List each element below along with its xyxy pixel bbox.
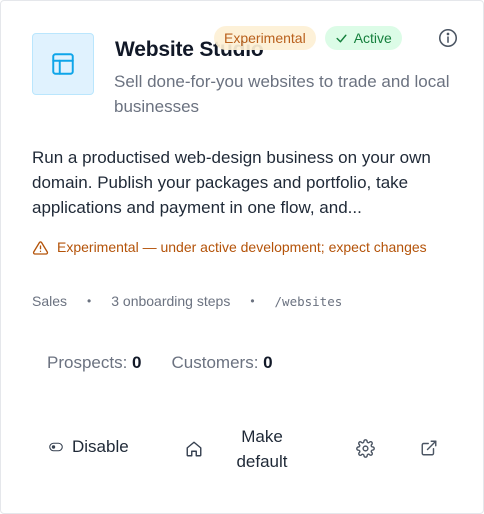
toggle-icon	[49, 442, 63, 452]
prospects-value: 0	[132, 353, 142, 372]
app-card: Website Studio Experimental Active Sell …	[0, 0, 484, 514]
external-link-icon	[421, 440, 437, 456]
action-bar: Disable Make default	[1, 421, 484, 477]
experimental-warning: Experimental — under active development;…	[32, 237, 452, 258]
check-icon	[336, 34, 347, 42]
customers-label: Customers:	[171, 353, 259, 372]
home-button[interactable]	[181, 437, 207, 461]
customers-value: 0	[263, 353, 273, 372]
customers-stat: Customers: 0	[172, 353, 273, 373]
experimental-badge-label: Experimental	[224, 30, 306, 46]
stats-row: Prospects: 0 Customers: 0	[47, 353, 273, 373]
app-icon-tile	[32, 33, 94, 95]
separator-dot: •	[87, 294, 92, 308]
disable-button[interactable]: Disable	[49, 437, 129, 457]
make-default-label: Make default	[236, 427, 288, 471]
app-subtitle: Sell done-for-you websites to trade and …	[114, 72, 450, 116]
home-icon	[186, 441, 202, 457]
prospects-label: Prospects:	[47, 353, 128, 372]
warning-triangle-icon	[32, 241, 49, 255]
prospects-stat: Prospects: 0	[47, 353, 142, 373]
app-description: Run a productised web-design business on…	[32, 148, 431, 217]
experimental-badge: Experimental	[214, 26, 316, 50]
active-badge: Active	[324, 26, 402, 50]
route-path: /websites	[274, 293, 343, 309]
settings-button[interactable]	[353, 436, 377, 460]
info-icon[interactable]	[437, 27, 459, 49]
separator-dot: •	[250, 294, 255, 308]
layout-icon	[52, 53, 74, 75]
warning-text: Experimental — under active development;…	[57, 239, 427, 255]
active-badge-label: Active	[353, 30, 392, 46]
open-external-button[interactable]	[417, 436, 441, 460]
meta-row: Sales • 3 onboarding steps • /websites	[32, 293, 342, 309]
make-default-button[interactable]: Make default	[227, 421, 297, 477]
onboarding-steps: 3 onboarding steps	[111, 293, 231, 309]
status-badges: Experimental Active	[214, 26, 402, 50]
gear-icon	[355, 438, 375, 458]
category-label: Sales	[32, 293, 68, 309]
disable-button-label: Disable	[72, 437, 129, 456]
